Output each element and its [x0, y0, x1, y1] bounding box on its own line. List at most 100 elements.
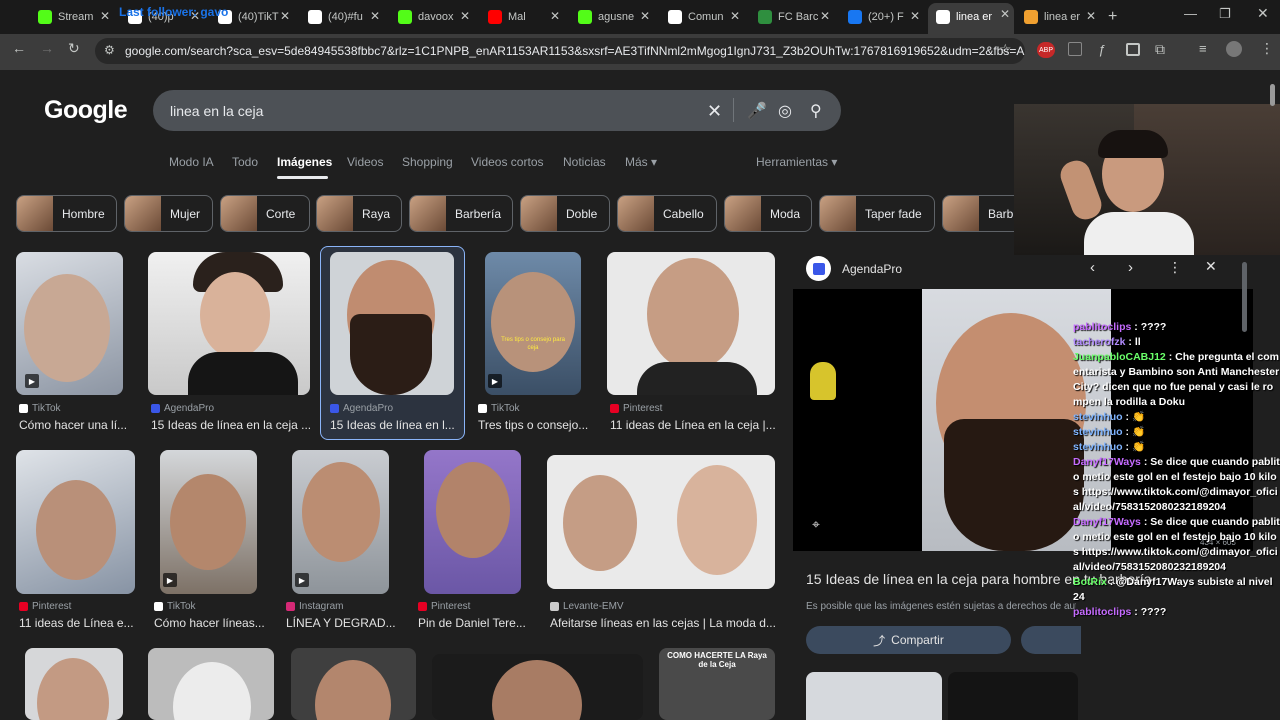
result-title[interactable]: Tres tips o consejo... — [478, 418, 593, 432]
voice-search-icon[interactable]: 🎤 — [747, 101, 767, 121]
filter-chip[interactable]: Raya — [316, 195, 402, 232]
result-image-12[interactable] — [148, 648, 274, 720]
browser-tab[interactable]: linea er ✕ — [1016, 5, 1100, 29]
visit-button[interactable] — [1021, 626, 1081, 654]
google-logo[interactable]: Google — [44, 96, 128, 125]
chat-username[interactable]: stevinhuo — [1073, 441, 1123, 453]
result-image-15[interactable]: COMO HACERTE LA Raya de la Ceja — [659, 648, 775, 720]
close-tab-icon[interactable]: ✕ — [820, 9, 830, 23]
close-tab-icon[interactable]: ✕ — [910, 9, 920, 23]
result-source[interactable]: TikTok — [154, 601, 196, 612]
search-box[interactable]: linea en la ceja — [153, 90, 841, 131]
tab-modo-ia[interactable]: Modo IA — [169, 155, 214, 169]
result-source[interactable]: AgendaPro — [330, 403, 393, 414]
related-image-2[interactable] — [948, 672, 1078, 720]
result-image-7[interactable]: ▶ — [160, 450, 257, 594]
result-title[interactable]: 15 Ideas de línea en la ceja ... — [151, 418, 311, 432]
filter-chip[interactable]: Mujer — [124, 195, 213, 232]
clear-search-icon[interactable]: ✕ — [707, 101, 722, 122]
search-input[interactable]: linea en la ceja — [170, 103, 263, 119]
filter-chip[interactable]: Moda — [724, 195, 812, 232]
close-tab-icon[interactable]: ✕ — [1000, 7, 1010, 21]
result-image-2[interactable] — [148, 252, 310, 395]
close-tab-icon[interactable]: ✕ — [550, 9, 560, 23]
browser-tab[interactable]: (40)#fu ✕ — [300, 5, 384, 29]
browser-tab[interactable]: agusne ✕ — [570, 5, 654, 29]
site-settings-icon[interactable]: ⚙ — [104, 43, 115, 57]
panel-scrollbar[interactable] — [1242, 262, 1247, 332]
result-title[interactable]: Cómo hacer líneas... — [154, 616, 269, 630]
result-source[interactable]: Pinterest — [19, 601, 71, 612]
result-image-14[interactable] — [432, 654, 643, 720]
result-source[interactable]: Pinterest — [418, 601, 470, 612]
close-preview-icon[interactable]: ✕ — [1205, 258, 1217, 275]
browser-tab[interactable]: linea er ✕ — [928, 3, 1014, 34]
tools-button[interactable]: Herramientas ▾ — [756, 155, 837, 169]
result-source[interactable]: AgendaPro — [151, 403, 214, 414]
related-image-1[interactable] — [806, 672, 942, 720]
page-scrollbar[interactable] — [1270, 84, 1275, 106]
filter-chip[interactable]: Corte — [220, 195, 310, 232]
chat-username[interactable]: Danyf17Ways — [1073, 516, 1141, 528]
adblock-icon[interactable]: ABP — [1037, 42, 1055, 58]
close-tab-icon[interactable]: ✕ — [640, 9, 650, 23]
tab-shopping[interactable]: Shopping — [402, 155, 453, 169]
close-tab-icon[interactable]: ✕ — [370, 9, 380, 23]
chat-username[interactable]: stevinhuo — [1073, 411, 1123, 423]
chat-username[interactable]: JuanpabloCABJ12 — [1073, 351, 1166, 363]
result-title[interactable]: Afeitarse líneas en las cejas | La moda … — [550, 616, 775, 630]
reload-icon[interactable]: ↻ — [68, 40, 80, 57]
close-tab-icon[interactable]: ✕ — [280, 9, 290, 23]
result-source[interactable]: TikTok — [478, 403, 520, 414]
result-image-9[interactable] — [424, 450, 521, 594]
tab-noticias[interactable]: Noticias — [563, 155, 606, 169]
browser-tab[interactable]: Mal ✕ — [480, 5, 564, 29]
chat-username[interactable]: tacherofzk — [1073, 336, 1126, 348]
screenshot-icon[interactable] — [1126, 43, 1140, 56]
result-image-13[interactable] — [291, 648, 416, 720]
minimize-button[interactable]: — — [1184, 6, 1197, 21]
tab-imágenes[interactable]: Imágenes — [277, 155, 332, 169]
browser-tab[interactable]: davoox ✕ — [390, 5, 474, 29]
close-tab-icon[interactable]: ✕ — [460, 9, 470, 23]
result-image-10[interactable] — [547, 455, 775, 589]
tab-videos-cortos[interactable]: Videos cortos — [471, 155, 544, 169]
more-options-icon[interactable]: ⋮ — [1168, 259, 1182, 276]
maximize-button[interactable]: ❐ — [1219, 6, 1231, 22]
new-tab-button[interactable]: + — [1108, 8, 1117, 26]
share-button[interactable]: ⤴ Compartir — [806, 626, 1011, 654]
tab-más[interactable]: Más ▾ — [625, 155, 657, 169]
chat-username[interactable]: Danyf17Ways — [1073, 456, 1141, 468]
close-window-button[interactable]: ✕ — [1257, 5, 1269, 22]
address-bar[interactable]: ⚙ google.com/search?sca_esv=5de84945538f… — [95, 38, 1025, 64]
browser-tab[interactable]: Stream ✕ — [30, 5, 114, 29]
result-image-4[interactable]: Tres tips o consejo para ceja ▶ — [485, 252, 581, 395]
filter-chip[interactable]: Hombre — [16, 195, 117, 232]
media-icon[interactable]: ≡ — [1199, 41, 1207, 56]
forward-icon[interactable]: → — [40, 40, 54, 56]
lens-search-icon[interactable]: ⌖ — [812, 516, 820, 533]
filter-chip[interactable]: Barb — [942, 195, 1022, 232]
back-icon[interactable]: ← — [12, 40, 26, 56]
browser-tab[interactable]: (20+) F ✕ — [840, 5, 924, 29]
result-image-6[interactable] — [16, 450, 135, 594]
result-title[interactable]: 11 ideas de Línea en la ceja |... — [610, 418, 775, 432]
result-image-8[interactable]: ▶ — [292, 450, 389, 594]
chat-username[interactable]: stevinhuo — [1073, 426, 1123, 438]
result-image-5[interactable] — [607, 252, 775, 395]
close-tab-icon[interactable]: ✕ — [730, 9, 740, 23]
browser-tab[interactable]: Comun ✕ — [660, 5, 744, 29]
bookmark-star-icon[interactable]: ☆ — [999, 41, 1012, 58]
chat-username[interactable]: BotRix — [1073, 576, 1107, 588]
result-title[interactable]: LÍNEA Y DEGRAD... — [286, 616, 401, 630]
extensions-puzzle-icon[interactable]: ⧉ — [1155, 41, 1165, 58]
result-source[interactable]: Instagram — [286, 601, 343, 612]
filter-chip[interactable]: Cabello — [617, 195, 717, 232]
chat-username[interactable]: pablitoclips — [1073, 321, 1131, 333]
tab-videos[interactable]: Videos — [347, 155, 383, 169]
filter-chip[interactable]: Barbería — [409, 195, 513, 232]
result-source[interactable]: Pinterest — [610, 403, 662, 414]
filter-chip[interactable]: Doble — [520, 195, 610, 232]
preview-source[interactable]: AgendaPro — [842, 262, 902, 276]
result-source[interactable]: Levante-EMV — [550, 601, 624, 612]
